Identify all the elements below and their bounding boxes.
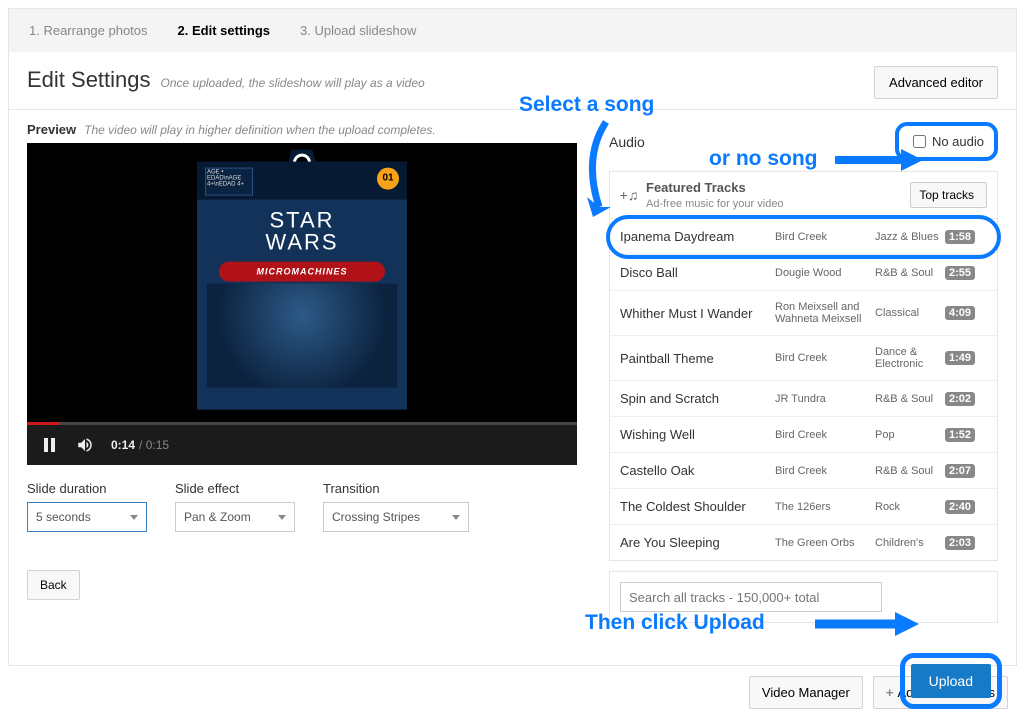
track-row[interactable]: The Coldest ShoulderThe 126ersRock2:40: [610, 489, 997, 525]
subbrand-band: MICROMACHINES: [219, 261, 385, 281]
advanced-editor-button[interactable]: Advanced editor: [874, 66, 998, 99]
audio-section-label: Audio: [609, 134, 645, 150]
track-row[interactable]: Ipanema DaydreamBird CreekJazz & Blues1:…: [610, 219, 997, 255]
pause-button[interactable]: [39, 435, 59, 455]
brand-logo-line2: WARS: [197, 229, 407, 255]
track-title: Disco Ball: [620, 265, 775, 280]
track-duration: 1:52: [945, 428, 975, 442]
track-genre: Rock: [875, 501, 945, 513]
track-row[interactable]: Disco BallDougie WoodR&B & Soul2:55: [610, 255, 997, 291]
chevron-down-icon: [452, 515, 460, 520]
track-artist: Bird Creek: [775, 465, 875, 477]
track-genre: R&B & Soul: [875, 267, 945, 279]
track-duration: 2:55: [945, 266, 975, 280]
featured-tracks-title: Featured Tracks: [646, 180, 784, 195]
track-duration: 1:58: [945, 230, 975, 244]
track-duration: 2:07: [945, 464, 975, 478]
chevron-down-icon: [130, 515, 138, 520]
featured-tracks-subtitle: Ad-free music for your video: [646, 198, 784, 210]
speaker-icon: [76, 436, 94, 454]
track-artist: JR Tundra: [775, 393, 875, 405]
track-title: Wishing Well: [620, 427, 775, 442]
track-genre: Classical: [875, 307, 945, 319]
track-title: Spin and Scratch: [620, 391, 775, 406]
track-artist: Ron Meixsell and Wahneta Meixsell: [775, 301, 875, 325]
track-row[interactable]: Paintball ThemeBird CreekDance & Electro…: [610, 336, 997, 381]
no-audio-label: No audio: [932, 134, 984, 149]
track-duration: 2:02: [945, 392, 975, 406]
track-list: Ipanema DaydreamBird CreekJazz & Blues1:…: [609, 219, 998, 561]
title-hint: Once uploaded, the slideshow will play a…: [161, 76, 425, 90]
step-3[interactable]: 3. Upload slideshow: [300, 23, 416, 38]
track-row[interactable]: Whither Must I WanderRon Meixsell and Wa…: [610, 291, 997, 336]
search-tracks-input[interactable]: [620, 582, 882, 612]
top-tracks-dropdown[interactable]: Top tracks: [910, 182, 987, 208]
track-title: Ipanema Daydream: [620, 229, 775, 244]
page-title: Edit Settings: [27, 67, 151, 93]
preview-hint: The video will play in higher definition…: [84, 123, 436, 137]
track-genre: Dance & Electronic: [875, 346, 945, 370]
track-title: Are You Sleeping: [620, 535, 775, 550]
slide-duration-dropdown[interactable]: 5 seconds: [27, 502, 147, 532]
track-genre: Children's: [875, 537, 945, 549]
track-duration: 2:40: [945, 500, 975, 514]
steps-nav: 1. Rearrange photos 2. Edit settings 3. …: [9, 9, 1016, 52]
track-artist: The Green Orbs: [775, 537, 875, 549]
pause-icon: [44, 438, 55, 452]
no-audio-checkbox[interactable]: [913, 135, 926, 148]
video-current-time: 0:14: [111, 438, 135, 452]
product-number-badge: 01: [377, 167, 399, 189]
track-artist: Bird Creek: [775, 429, 875, 441]
track-title: Castello Oak: [620, 463, 775, 478]
video-preview[interactable]: AGE • EDAD\nAGE 4+\nEDAD 4+ 01 STAR WARS…: [27, 143, 577, 465]
back-button[interactable]: Back: [27, 570, 80, 600]
product-image-area: [207, 283, 397, 387]
step-1[interactable]: 1. Rearrange photos: [29, 23, 148, 38]
track-genre: R&B & Soul: [875, 393, 945, 405]
track-genre: Pop: [875, 429, 945, 441]
track-row[interactable]: Castello OakBird CreekR&B & Soul2:07: [610, 453, 997, 489]
track-row[interactable]: Spin and ScratchJR TundraR&B & Soul2:02: [610, 381, 997, 417]
track-duration: 4:09: [945, 306, 975, 320]
track-artist: Dougie Wood: [775, 267, 875, 279]
track-duration: 2:03: [945, 536, 975, 550]
step-2: 2. Edit settings: [178, 23, 270, 38]
track-title: Whither Must I Wander: [620, 306, 775, 321]
track-title: Paintball Theme: [620, 351, 775, 366]
volume-button[interactable]: [75, 435, 95, 455]
add-music-icon: +♫: [620, 186, 638, 204]
age-label: AGE • EDAD\nAGE 4+\nEDAD 4+: [205, 167, 253, 195]
track-artist: Bird Creek: [775, 231, 875, 243]
track-row[interactable]: Wishing WellBird CreekPop1:52: [610, 417, 997, 453]
upload-button[interactable]: Upload: [911, 664, 991, 698]
no-audio-toggle[interactable]: No audio: [895, 122, 998, 161]
track-genre: Jazz & Blues: [875, 231, 945, 243]
track-duration: 1:49: [945, 351, 975, 365]
transition-dropdown[interactable]: Crossing Stripes: [323, 502, 469, 532]
track-genre: R&B & Soul: [875, 465, 945, 477]
track-artist: The 126ers: [775, 501, 875, 513]
transition-label: Transition: [323, 481, 469, 496]
preview-label: Preview: [27, 122, 76, 137]
slide-effect-label: Slide effect: [175, 481, 295, 496]
chevron-down-icon: [278, 515, 286, 520]
track-title: The Coldest Shoulder: [620, 499, 775, 514]
track-artist: Bird Creek: [775, 352, 875, 364]
track-row[interactable]: Are You SleepingThe Green OrbsChildren's…: [610, 525, 997, 560]
slide-duration-label: Slide duration: [27, 481, 147, 496]
video-duration: / 0:15: [139, 438, 169, 452]
slide-effect-dropdown[interactable]: Pan & Zoom: [175, 502, 295, 532]
